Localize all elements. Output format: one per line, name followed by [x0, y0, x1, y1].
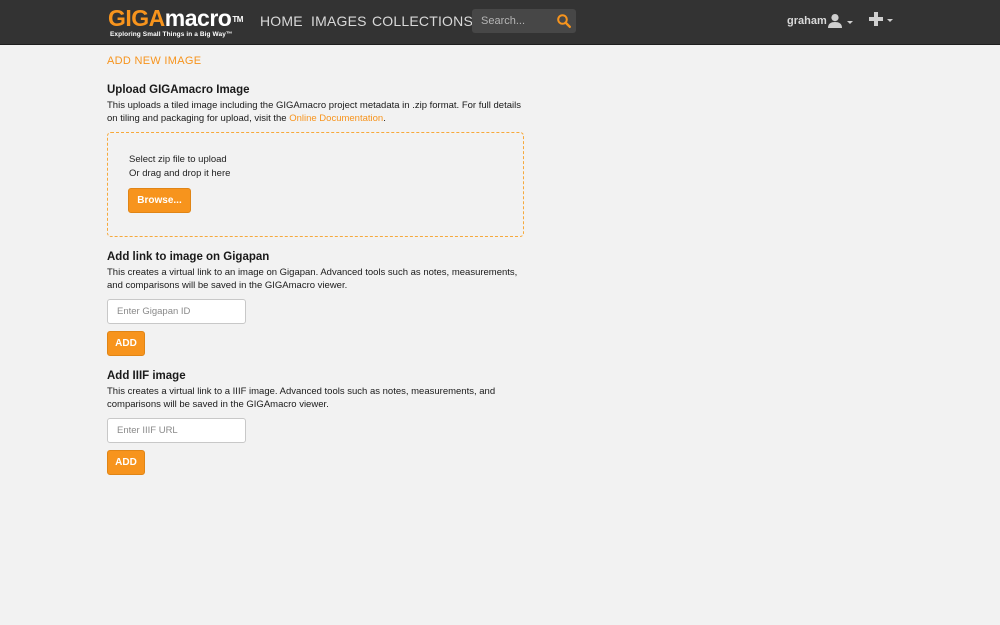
logo-tagline: Exploring Small Things in a Big Way™ — [110, 31, 233, 38]
logo-trademark: TM — [232, 15, 243, 24]
nav-home-link[interactable]: HOME — [260, 13, 303, 29]
iiif-section-title: Add IIIF image — [107, 370, 186, 382]
add-gigapan-button[interactable]: ADD — [107, 331, 145, 356]
dropzone-select-text: Select zip file to upload — [129, 154, 227, 165]
add-iiif-button[interactable]: ADD — [107, 450, 145, 475]
caret-down-icon — [847, 21, 853, 24]
dropzone-drag-text: Or drag and drop it here — [129, 168, 231, 179]
add-menu[interactable] — [868, 11, 896, 31]
upload-section-description: This uploads a tiled image including the… — [107, 99, 525, 125]
gigapan-id-input[interactable] — [107, 299, 246, 324]
upload-description-end: . — [383, 113, 386, 124]
upload-dropzone[interactable]: Select zip file to upload Or drag and dr… — [107, 132, 524, 237]
user-icon — [828, 14, 842, 28]
gigapan-section-title: Add link to image on Gigapan — [107, 251, 270, 263]
browse-button[interactable]: Browse... — [128, 188, 191, 213]
iiif-section-description: This creates a virtual link to a IIIF im… — [107, 386, 496, 410]
top-navbar: GIGAmacroTM Exploring Small Things in a … — [0, 0, 1000, 45]
logo-wordmark: GIGAmacroTM — [108, 7, 243, 30]
logo-giga-text: GIGA — [108, 5, 165, 31]
logo-macro-text: macro — [164, 5, 232, 31]
nav-images-link[interactable]: IMAGES — [311, 13, 367, 29]
gigamacro-logo[interactable]: GIGAmacroTM Exploring Small Things in a … — [108, 7, 248, 39]
user-name: graham — [787, 15, 827, 27]
gigapan-section-description: This creates a virtual link to an image … — [107, 267, 518, 291]
nav-collections-link[interactable]: COLLECTIONS — [372, 13, 473, 29]
online-documentation-link[interactable]: Online Documentation — [289, 113, 383, 124]
caret-down-icon — [887, 19, 893, 22]
search-box — [472, 9, 576, 33]
search-icon[interactable] — [556, 13, 572, 29]
page-title: ADD NEW IMAGE — [107, 55, 202, 67]
search-input[interactable] — [472, 9, 552, 33]
iiif-url-input[interactable] — [107, 418, 246, 443]
plus-icon — [869, 12, 883, 26]
upload-section-title: Upload GIGAmacro Image — [107, 84, 250, 96]
